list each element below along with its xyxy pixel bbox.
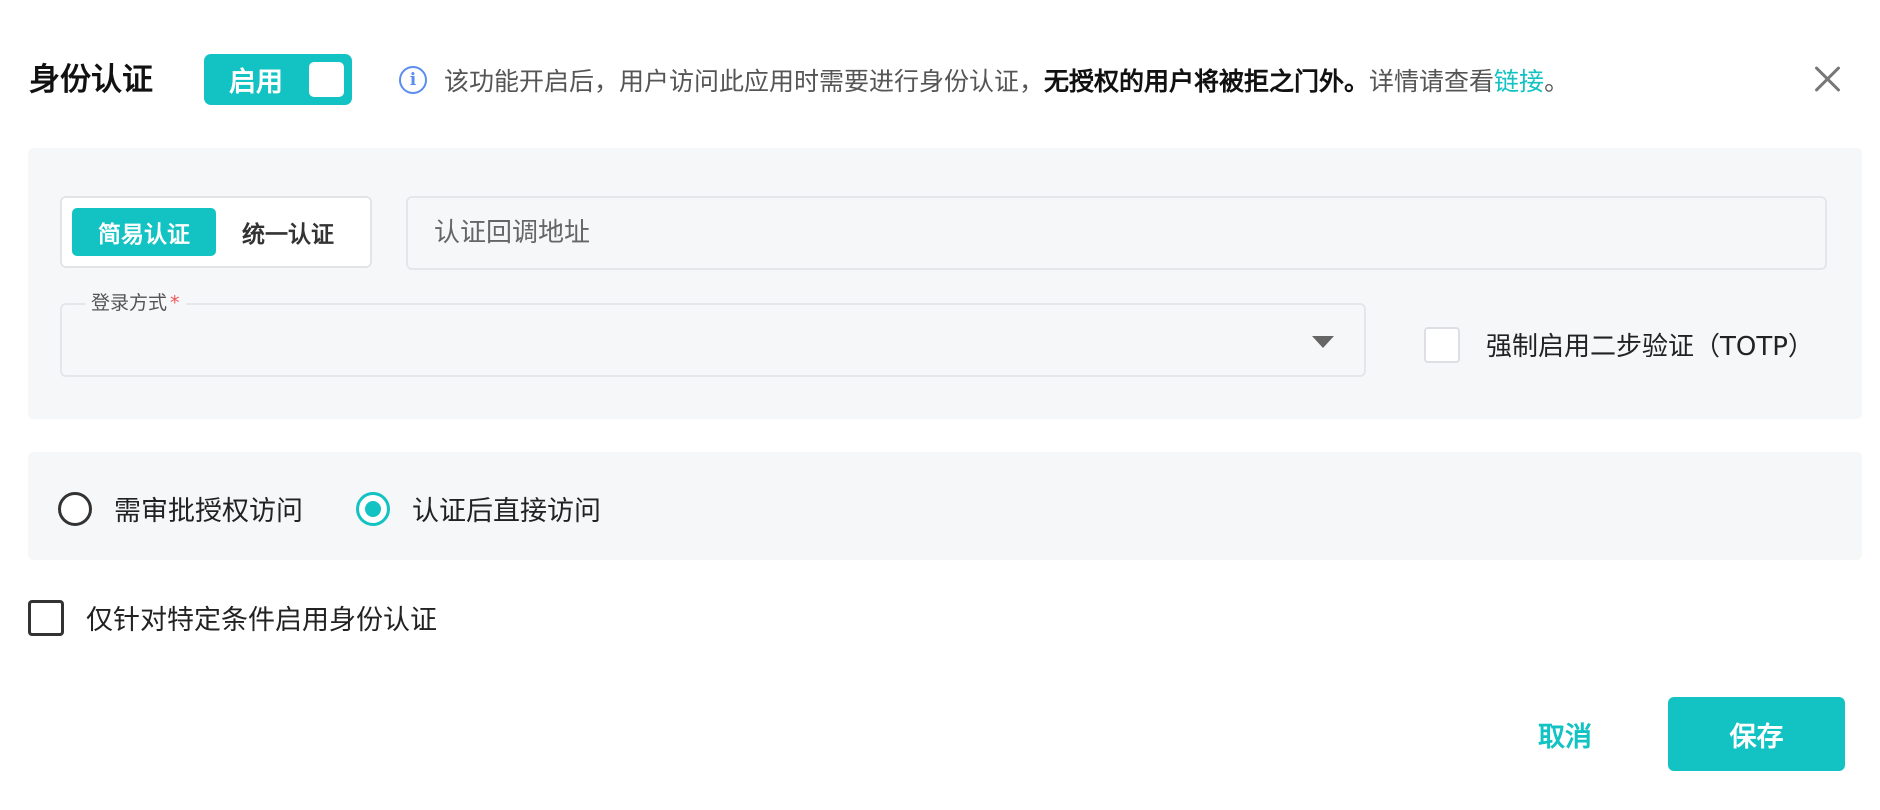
radio-circle-checked[interactable]: [356, 491, 390, 526]
save-button[interactable]: 保存: [1668, 697, 1845, 771]
close-icon[interactable]: [1810, 62, 1844, 96]
access-mode-panel: 需审批授权访问 认证后直接访问: [28, 452, 1862, 560]
radio-circle-unchecked[interactable]: [58, 491, 92, 526]
cancel-button[interactable]: 取消: [1510, 697, 1620, 771]
info-link[interactable]: 链接: [1494, 62, 1544, 98]
info-text-prefix: 该功能开启后，用户访问此应用时需要进行身份认证，: [444, 67, 1045, 96]
login-method-select[interactable]: 登录方式 *: [60, 288, 1366, 377]
auth-config-panel: 简易认证 统一认证 登录方式* 强制启用二步验证（TOTP）: [28, 148, 1862, 419]
auth-type-segmented-control: 简易认证 统一认证: [60, 196, 372, 268]
page-title: 身份认证: [29, 62, 153, 98]
info-circle-icon: i: [399, 66, 427, 94]
enable-toggle[interactable]: 启用: [204, 54, 352, 105]
required-marker: *: [170, 292, 180, 314]
condition-label: 仅针对特定条件启用身份认证: [86, 605, 437, 636]
totp-label: 强制启用二步验证（TOTP）: [1486, 332, 1814, 362]
radio-label-approval: 需审批授权访问: [114, 496, 303, 527]
tab-unified-auth[interactable]: 统一认证: [216, 208, 360, 256]
totp-checkbox-box[interactable]: [1424, 326, 1460, 363]
toggle-label: 启用: [229, 67, 283, 98]
radio-label-direct: 认证后直接访问: [412, 496, 601, 527]
caret-down-icon: [1312, 336, 1334, 348]
condition-checkbox[interactable]: 仅针对特定条件启用身份认证: [28, 598, 437, 637]
login-method-label: 登录方式 *: [85, 288, 186, 318]
radio-approval-access[interactable]: 需审批授权访问: [58, 489, 303, 528]
totp-checkbox[interactable]: 强制启用二步验证（TOTP）: [1424, 326, 1814, 363]
info-text-details: 详情请查看: [1369, 67, 1495, 96]
info-text-bold: 无授权的用户将被拒之门外。: [1044, 67, 1370, 96]
condition-checkbox-box[interactable]: [28, 599, 64, 636]
info-text-suffix: 。: [1544, 67, 1570, 96]
callback-url-input[interactable]: [406, 196, 1827, 270]
radio-direct-access[interactable]: 认证后直接访问: [356, 489, 601, 528]
toggle-knob: [309, 62, 344, 97]
info-message: i 该功能开启后，用户访问此应用时需要进行身份认证， 无授权的用户将被拒之门外。…: [399, 60, 1569, 100]
login-method-label-text: 登录方式: [91, 292, 168, 314]
tab-simple-auth[interactable]: 简易认证: [72, 208, 216, 256]
